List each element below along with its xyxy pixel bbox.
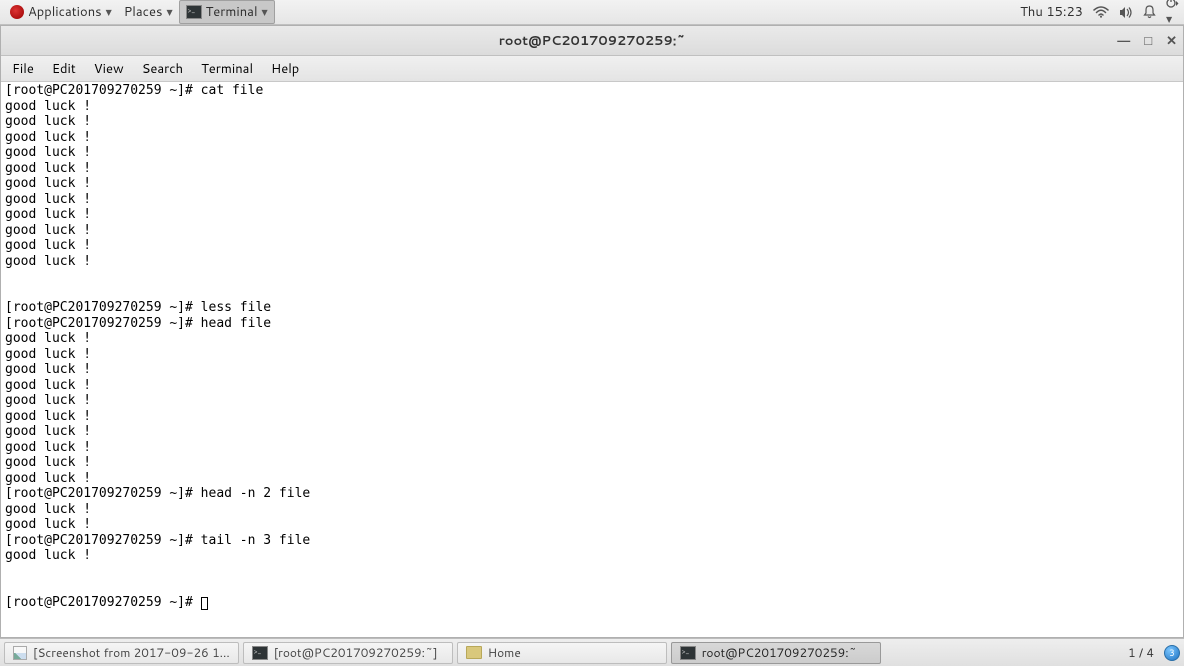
terminal-icon (252, 646, 268, 660)
bottom-taskbar: [Screenshot from 2017-09-26 1... [root@P… (0, 638, 1184, 666)
distro-logo-icon (10, 5, 24, 19)
terminal-output[interactable]: [root@PC201709270259 ~]# cat file good l… (1, 82, 1183, 637)
image-icon (13, 646, 27, 660)
taskbar-item-label: [Screenshot from 2017-09-26 1... (33, 644, 230, 661)
terminal-window: root@PC201709270259:~ — □ ✕ File Edit Vi… (0, 25, 1184, 638)
tray-indicator-icon[interactable]: 3 (1164, 645, 1180, 661)
terminal-cursor (201, 597, 208, 610)
power-menu[interactable]: ▼ (1166, 0, 1180, 27)
terminal-app-menu[interactable]: Terminal ▼ (179, 0, 275, 24)
menu-help[interactable]: Help (262, 57, 308, 81)
dropdown-arrow-icon: ▼ (262, 6, 268, 18)
minimize-button[interactable]: — (1117, 33, 1130, 49)
clock[interactable]: Thu 15:23 (1020, 3, 1083, 21)
close-button[interactable]: ✕ (1166, 33, 1177, 49)
dropdown-arrow-icon: ▼ (106, 6, 112, 18)
taskbar-item-screenshot[interactable]: [Screenshot from 2017-09-26 1... (4, 642, 239, 664)
window-titlebar[interactable]: root@PC201709270259:~ — □ ✕ (1, 26, 1183, 56)
network-icon[interactable] (1093, 6, 1109, 18)
menu-view[interactable]: View (85, 57, 133, 81)
dropdown-arrow-icon: ▼ (1166, 13, 1172, 25)
applications-label: Applications (28, 3, 102, 21)
taskbar-item-label: root@PC201709270259:~ (702, 644, 857, 661)
places-label: Places (124, 3, 163, 21)
terminal-icon (186, 5, 202, 19)
applications-menu[interactable]: Applications ▼ (4, 1, 118, 23)
gnome-top-panel: Applications ▼ Places ▼ Terminal ▼ Thu 1… (0, 0, 1184, 25)
menu-search[interactable]: Search (133, 57, 192, 81)
taskbar-item-label: Home (488, 644, 521, 661)
volume-icon[interactable] (1119, 6, 1133, 19)
places-menu[interactable]: Places ▼ (118, 1, 179, 23)
menu-file[interactable]: File (3, 57, 43, 81)
taskbar-item-terminal-2[interactable]: root@PC201709270259:~ (671, 642, 881, 664)
folder-icon (466, 646, 482, 659)
menu-terminal[interactable]: Terminal (192, 57, 262, 81)
terminal-icon (680, 646, 696, 660)
menu-edit[interactable]: Edit (43, 57, 85, 81)
dropdown-arrow-icon: ▼ (166, 6, 172, 18)
menubar: File Edit View Search Terminal Help (1, 56, 1183, 82)
taskbar-item-label: [root@PC201709270259:~] (274, 644, 438, 661)
taskbar-item-terminal-1[interactable]: [root@PC201709270259:~] (243, 642, 453, 664)
window-title: root@PC201709270259:~ (499, 32, 686, 50)
taskbar-item-home[interactable]: Home (457, 642, 667, 664)
workspace-pager[interactable]: 1 / 4 (1122, 644, 1160, 661)
maximize-button[interactable]: □ (1144, 33, 1152, 49)
notification-icon[interactable] (1143, 5, 1156, 19)
terminal-app-label: Terminal (206, 3, 258, 21)
